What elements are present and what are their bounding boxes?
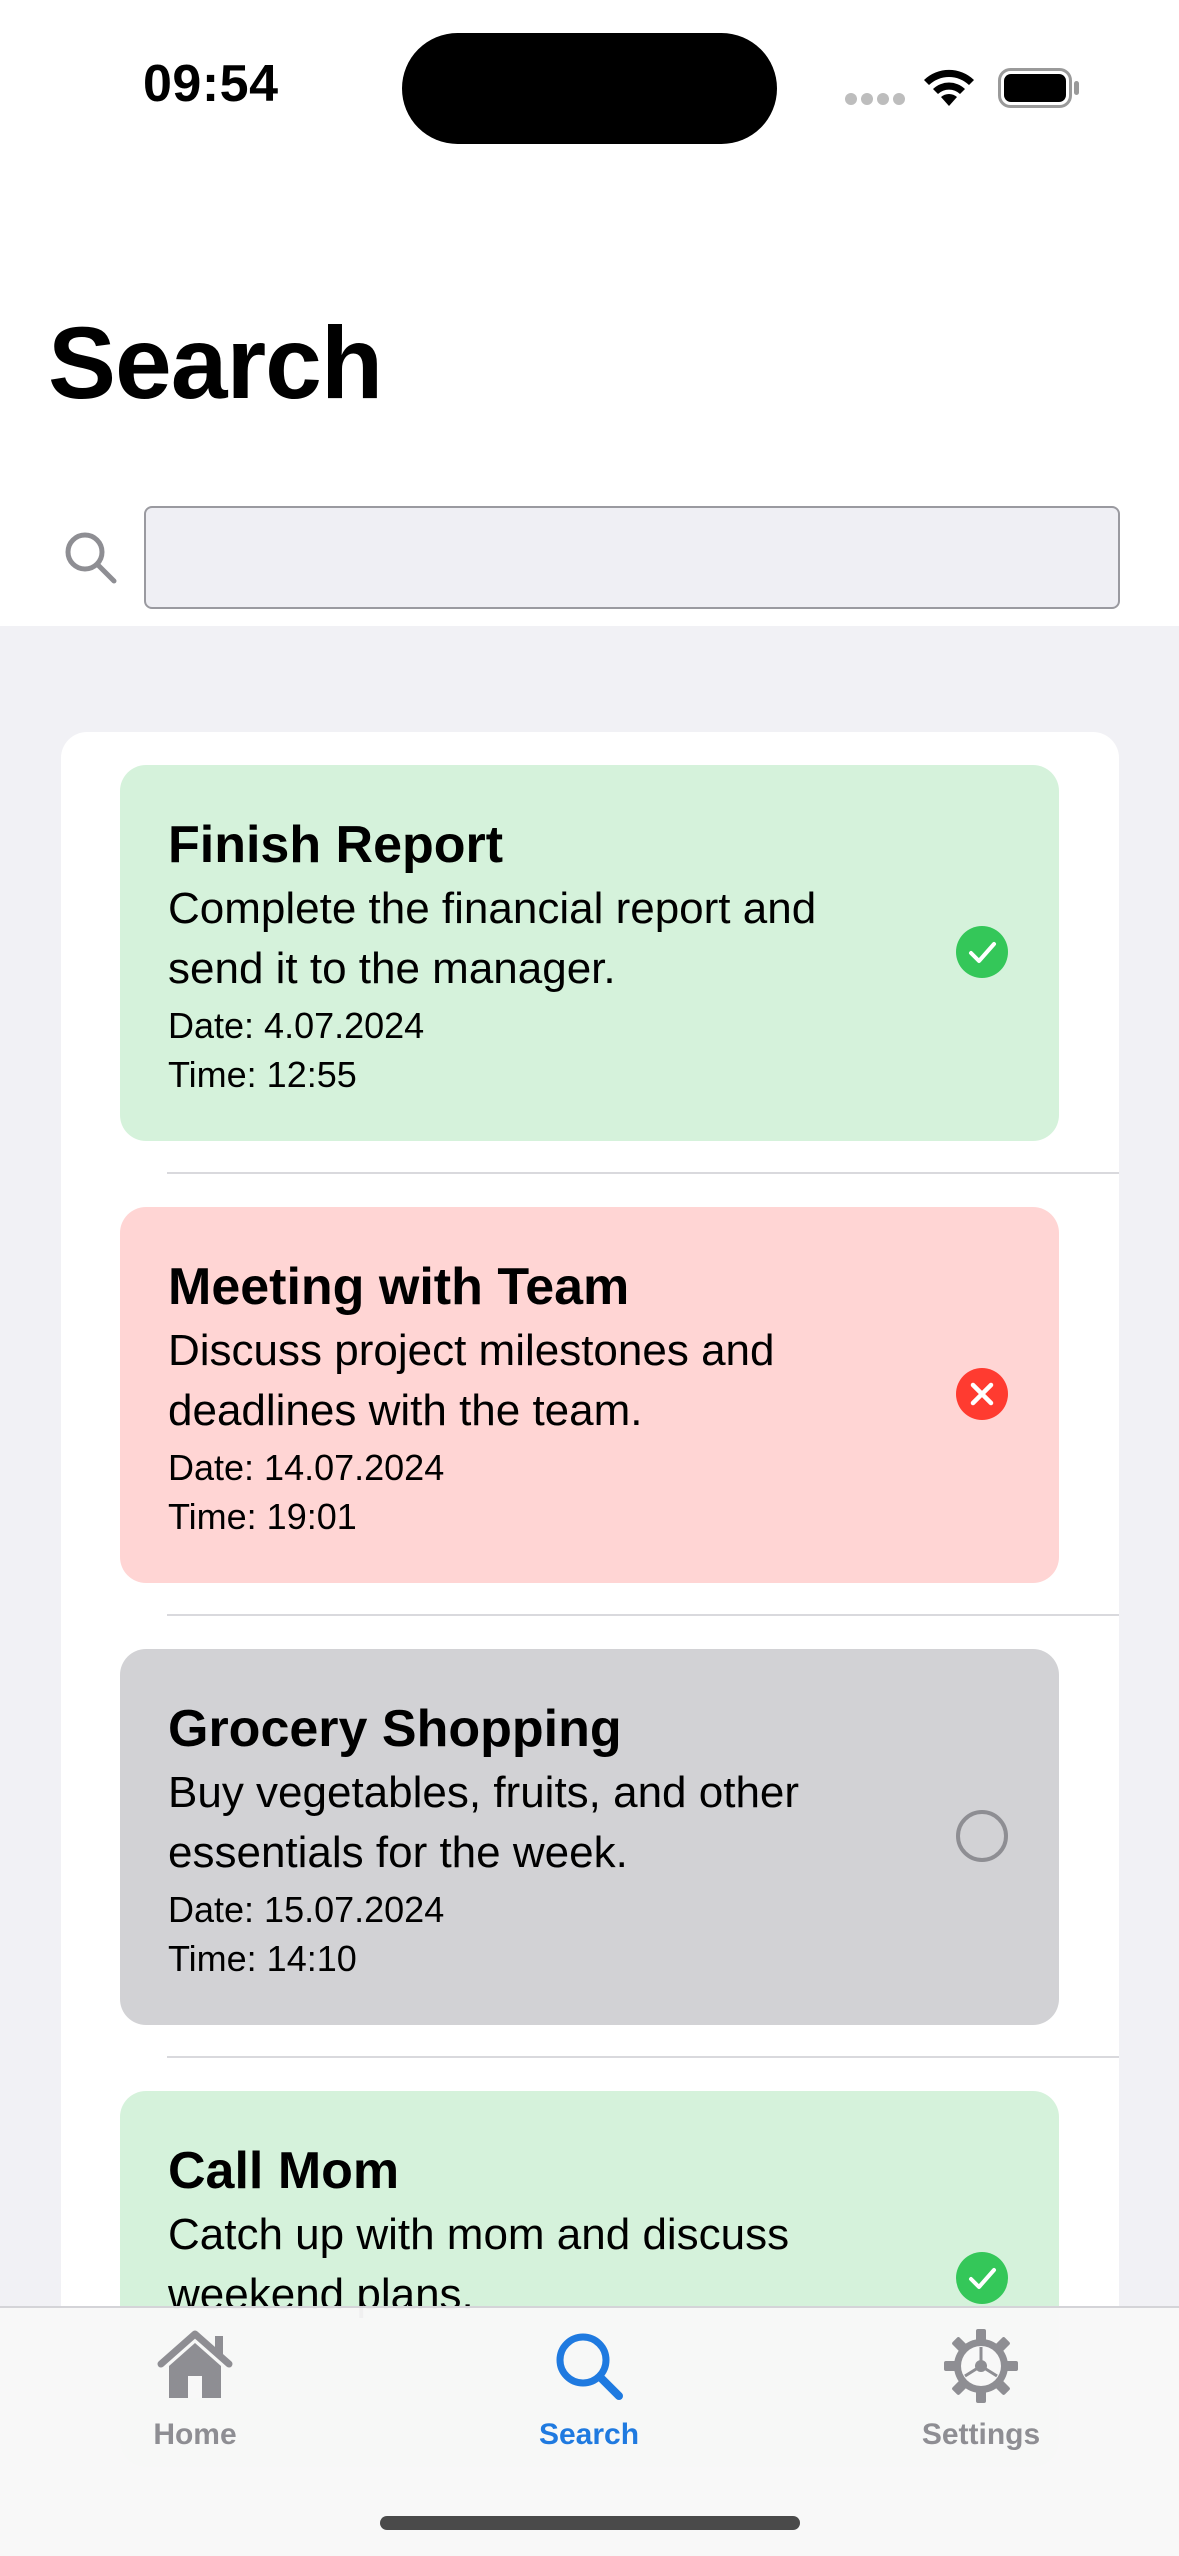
tab-label: Home — [153, 2418, 237, 2451]
task-card[interactable]: Meeting with Team Discuss project milest… — [120, 1207, 1059, 1583]
task-description: Buy vegetables, fruits, and other essent… — [168, 1768, 800, 1877]
wifi-icon — [924, 69, 974, 106]
task-title: Meeting with Team — [168, 1258, 630, 1316]
task-card[interactable]: Finish Report Complete the financial rep… — [120, 765, 1059, 1141]
home-indicator[interactable] — [380, 2516, 800, 2530]
page-title: Search — [48, 306, 383, 420]
dynamic-island — [402, 33, 777, 144]
status-time: 09:54 — [143, 55, 279, 113]
task-title: Call Mom — [168, 2142, 400, 2200]
gear-icon — [944, 2329, 1018, 2403]
task-title: Finish Report — [168, 816, 504, 874]
checkmark-circle-icon[interactable] — [955, 2251, 1009, 2305]
task-date: Date: 14.07.2024 — [168, 1447, 445, 1488]
task-time: Time: 12:55 — [168, 1054, 357, 1095]
checkmark-circle-icon[interactable] — [955, 925, 1009, 979]
row-separator — [167, 2056, 1119, 2058]
task-title: Grocery Shopping — [168, 1700, 622, 1758]
search-input[interactable] — [144, 506, 1120, 609]
row-separator — [167, 1172, 1119, 1174]
status-bar: 09:54 — [0, 0, 1179, 170]
empty-circle-icon[interactable] — [955, 1809, 1009, 1863]
task-date: Date: 15.07.2024 — [168, 1889, 445, 1930]
xmark-circle-icon[interactable] — [955, 1367, 1009, 1421]
tab-label: Search — [538, 2418, 640, 2451]
task-description: Discuss project milestones and deadlines… — [168, 1326, 775, 1435]
row-separator — [167, 1614, 1119, 1616]
search-bar — [0, 500, 1179, 626]
tab-settings[interactable]: Settings — [851, 2308, 1111, 2468]
house-icon — [157, 2330, 233, 2398]
task-time: Time: 14:10 — [168, 1938, 357, 1979]
task-card[interactable]: Grocery Shopping Buy vegetables, fruits,… — [120, 1649, 1059, 2025]
search-icon — [65, 532, 117, 584]
tab-home[interactable]: Home — [65, 2308, 325, 2468]
task-date: Date: 4.07.2024 — [168, 1005, 425, 1046]
tab-label: Settings — [921, 2418, 1041, 2451]
magnifier-icon — [556, 2333, 623, 2400]
task-description: Complete the financial report and send i… — [168, 884, 817, 993]
battery-icon — [998, 68, 1079, 108]
task-time: Time: 19:01 — [168, 1496, 357, 1537]
cellular-signal-icon — [845, 93, 905, 105]
tab-search[interactable]: Search — [459, 2308, 719, 2468]
